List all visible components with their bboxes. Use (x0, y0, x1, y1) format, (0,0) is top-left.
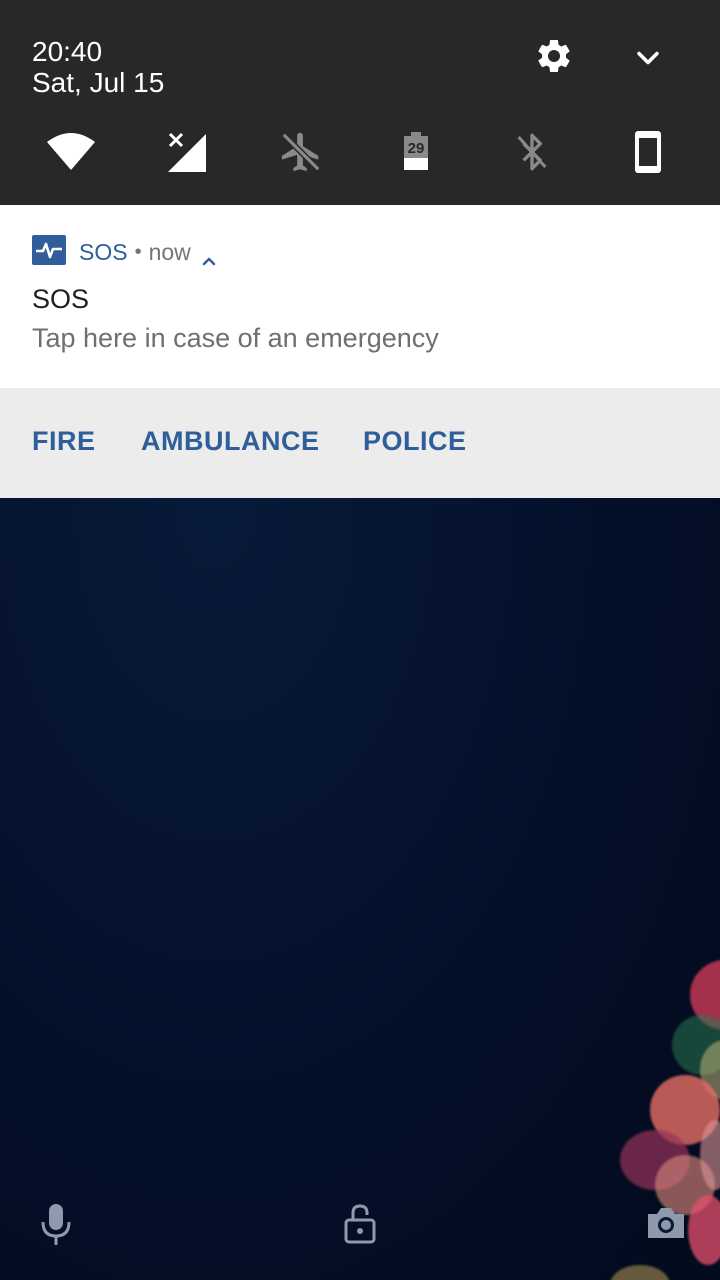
battery-level-label: 29 (407, 140, 425, 157)
notification-title: SOS (32, 284, 90, 314)
wifi-icon[interactable] (45, 128, 97, 176)
sos-notification[interactable] (0, 205, 720, 388)
header-separator: • (134, 240, 142, 263)
airplane-mode-icon[interactable] (278, 128, 330, 176)
chevron-down-icon[interactable] (630, 40, 666, 76)
gear-icon[interactable] (534, 36, 574, 76)
battery-icon[interactable]: 29 (400, 128, 452, 176)
ambulance-button[interactable]: AMBULANCE (141, 426, 319, 457)
fire-button[interactable]: FIRE (32, 426, 96, 457)
notification-app-name: SOS (79, 238, 128, 265)
chevron-up-icon[interactable] (201, 246, 217, 266)
bluetooth-icon[interactable] (512, 128, 564, 176)
microphone-icon[interactable] (38, 1200, 74, 1253)
notification-header: SOS • now (79, 234, 217, 270)
notification-time: now (148, 238, 191, 265)
notification-text[interactable]: Tap here in case of an emergency (32, 321, 439, 355)
camera-icon[interactable] (644, 1204, 688, 1247)
notification-actions: FIRE AMBULANCE POLICE (0, 388, 720, 498)
police-button[interactable]: POLICE (363, 426, 467, 457)
quick-settings-panel: 20:40 Sat, Jul 15 29 (0, 0, 720, 205)
heartbeat-icon (32, 235, 66, 269)
cellular-no-signal-icon[interactable] (164, 128, 216, 176)
clock-time: 20:40 (32, 36, 103, 67)
unlock-icon[interactable] (342, 1202, 378, 1251)
clock-date[interactable]: Sat, Jul 15 (32, 67, 164, 99)
phone-rotation-icon[interactable] (630, 128, 682, 176)
